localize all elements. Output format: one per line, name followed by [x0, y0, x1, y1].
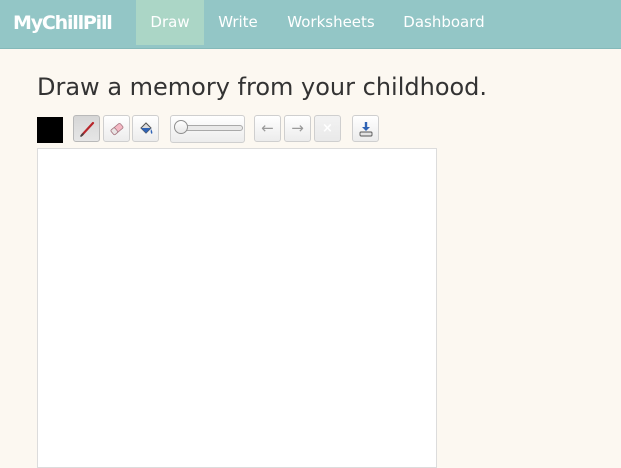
nav-draw[interactable]: Draw — [136, 0, 204, 45]
page-title: Draw a memory from your childhood. — [37, 73, 488, 101]
arrow-right-icon: → — [291, 119, 304, 137]
close-icon: × — [322, 121, 333, 136]
nav-write[interactable]: Write — [204, 0, 272, 45]
nav-worksheets[interactable]: Worksheets — [273, 0, 389, 45]
brush-size-slider[interactable] — [170, 115, 245, 143]
fill-tool-button[interactable] — [132, 115, 159, 142]
save-button[interactable] — [352, 115, 379, 142]
pencil-tool-button[interactable] — [73, 115, 100, 142]
top-navbar: MyChillPill Draw Write Worksheets Dashbo… — [0, 0, 621, 49]
download-icon — [357, 120, 375, 138]
pencil-icon — [78, 120, 96, 138]
slider-track — [181, 125, 243, 131]
nav-dashboard[interactable]: Dashboard — [389, 0, 499, 45]
paint-bucket-icon — [137, 120, 155, 138]
slider-thumb[interactable] — [174, 120, 188, 134]
undo-button[interactable]: ← — [254, 115, 281, 142]
eraser-tool-button[interactable] — [103, 115, 130, 142]
clear-button[interactable]: × — [314, 115, 341, 142]
color-swatch[interactable] — [37, 117, 63, 143]
eraser-icon — [108, 120, 126, 138]
brand-logo[interactable]: MyChillPill — [13, 12, 113, 34]
arrow-left-icon: ← — [261, 119, 274, 137]
redo-button[interactable]: → — [284, 115, 311, 142]
drawing-canvas[interactable] — [37, 148, 437, 468]
